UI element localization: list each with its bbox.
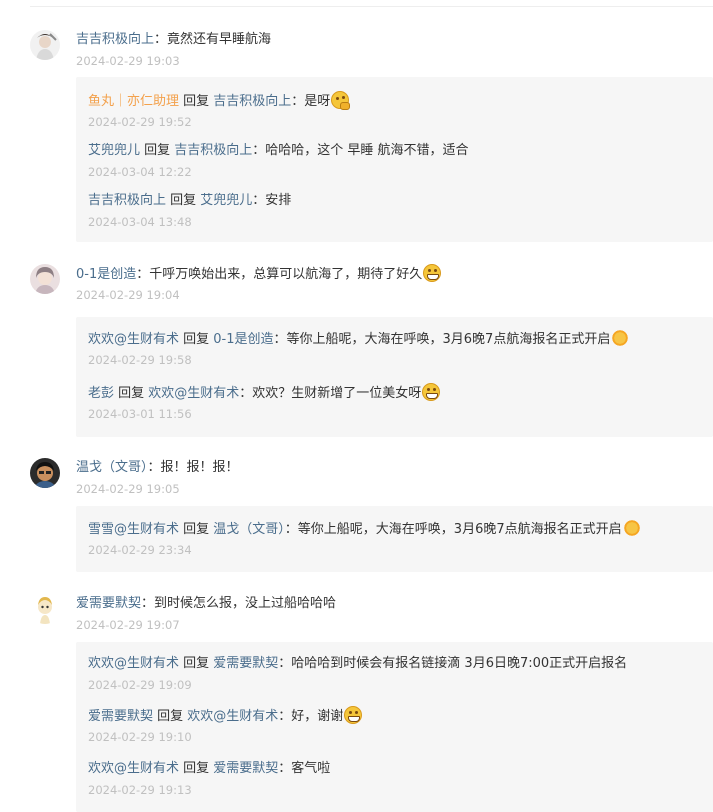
- reply-time: 2024-03-04 13:48: [88, 215, 192, 229]
- reply-from[interactable]: 老彭: [88, 386, 114, 401]
- comment-text: 吉吉积极向上：竟然还有早睡航海: [76, 32, 272, 47]
- avatar[interactable]: [30, 30, 60, 60]
- reply-to[interactable]: 欢欢@生财有术: [187, 709, 278, 724]
- grin-emoji-icon: [423, 264, 442, 282]
- top-divider: [30, 6, 713, 7]
- reply-from[interactable]: 欢欢@生财有术: [88, 332, 179, 347]
- reply-from[interactable]: 欢欢@生财有术: [88, 761, 179, 776]
- reply-from[interactable]: 爱需要默契: [88, 709, 153, 724]
- reply-list: 鱼丸｜亦仁助理 回复 吉吉积极向上：是呀 2024-02-29 19:52 艾兜…: [76, 77, 713, 242]
- avatar[interactable]: [30, 458, 60, 488]
- reply-to[interactable]: 爱需要默契: [213, 761, 278, 776]
- comment-time: 2024-02-29 19:03: [76, 54, 180, 68]
- commenter-name[interactable]: 吉吉积极向上: [76, 32, 154, 47]
- commenter-name[interactable]: 温戈（文哥）: [76, 460, 148, 475]
- reply-to[interactable]: 艾兜兜儿: [200, 193, 252, 208]
- commenter-name[interactable]: 爱需要默契: [76, 596, 141, 611]
- avatar[interactable]: [30, 264, 60, 294]
- comment-time: 2024-02-29 19:07: [76, 618, 180, 632]
- reply-list: 欢欢@生财有术 回复 爱需要默契：哈哈哈到时候会有报名链接滴 3月6日晚7:00…: [76, 642, 713, 812]
- reply-from[interactable]: 鱼丸｜亦仁助理: [88, 94, 179, 109]
- grin-emoji-icon: [344, 706, 363, 724]
- reply-to[interactable]: 吉吉积极向上: [174, 143, 252, 158]
- comment-time: 2024-02-29 19:05: [76, 482, 180, 496]
- reply-time: 2024-02-29 19:58: [88, 353, 192, 367]
- reply-from[interactable]: 雪雪@生财有术: [88, 522, 179, 537]
- comment-text: 爱需要默契：到时候怎么报，没上过船哈哈哈: [76, 596, 337, 611]
- reply-list: 欢欢@生财有术 回复 0-1是创造：等你上船呢，大海在呼唤，3月6晚7点航海报名…: [76, 317, 713, 437]
- avatar[interactable]: [30, 594, 60, 624]
- reply-time: 2024-02-29 19:09: [88, 678, 192, 692]
- reply-to[interactable]: 温戈（文哥）: [213, 522, 285, 537]
- reply-to[interactable]: 爱需要默契: [213, 656, 278, 671]
- reply-time: 2024-03-04 12:22: [88, 165, 192, 179]
- reply-from[interactable]: 欢欢@生财有术: [88, 656, 179, 671]
- reply-to[interactable]: 0-1是创造: [213, 332, 273, 347]
- reply-time: 2024-02-29 19:13: [88, 783, 192, 797]
- comment-text: 0-1是创造：千呼万唤始出来，总算可以航海了，期待了好久: [76, 264, 442, 284]
- thinking-emoji-icon: [331, 91, 351, 110]
- reply-time: 2024-02-29 19:52: [88, 115, 192, 129]
- reply-time: 2024-02-29 23:34: [88, 543, 192, 557]
- reply-from[interactable]: 艾兜兜儿: [88, 143, 140, 158]
- sun-emoji-icon: [611, 329, 630, 347]
- sun-emoji-icon: [622, 519, 641, 537]
- reply-time: 2024-03-01 11:56: [88, 407, 192, 421]
- comment-text: 温戈（文哥）：报！报！报！: [76, 460, 239, 475]
- grin-emoji-icon: [422, 383, 441, 401]
- reply-list: 雪雪@生财有术 回复 温戈（文哥）：等你上船呢，大海在呼唤，3月6晚7点航海报名…: [76, 506, 713, 572]
- commenter-name[interactable]: 0-1是创造: [76, 267, 136, 282]
- reply-to[interactable]: 欢欢@生财有术: [148, 386, 239, 401]
- reply-time: 2024-02-29 19:10: [88, 730, 192, 744]
- reply-to[interactable]: 吉吉积极向上: [213, 94, 291, 109]
- comment-time: 2024-02-29 19:04: [76, 288, 180, 302]
- reply-from[interactable]: 吉吉积极向上: [88, 193, 166, 208]
